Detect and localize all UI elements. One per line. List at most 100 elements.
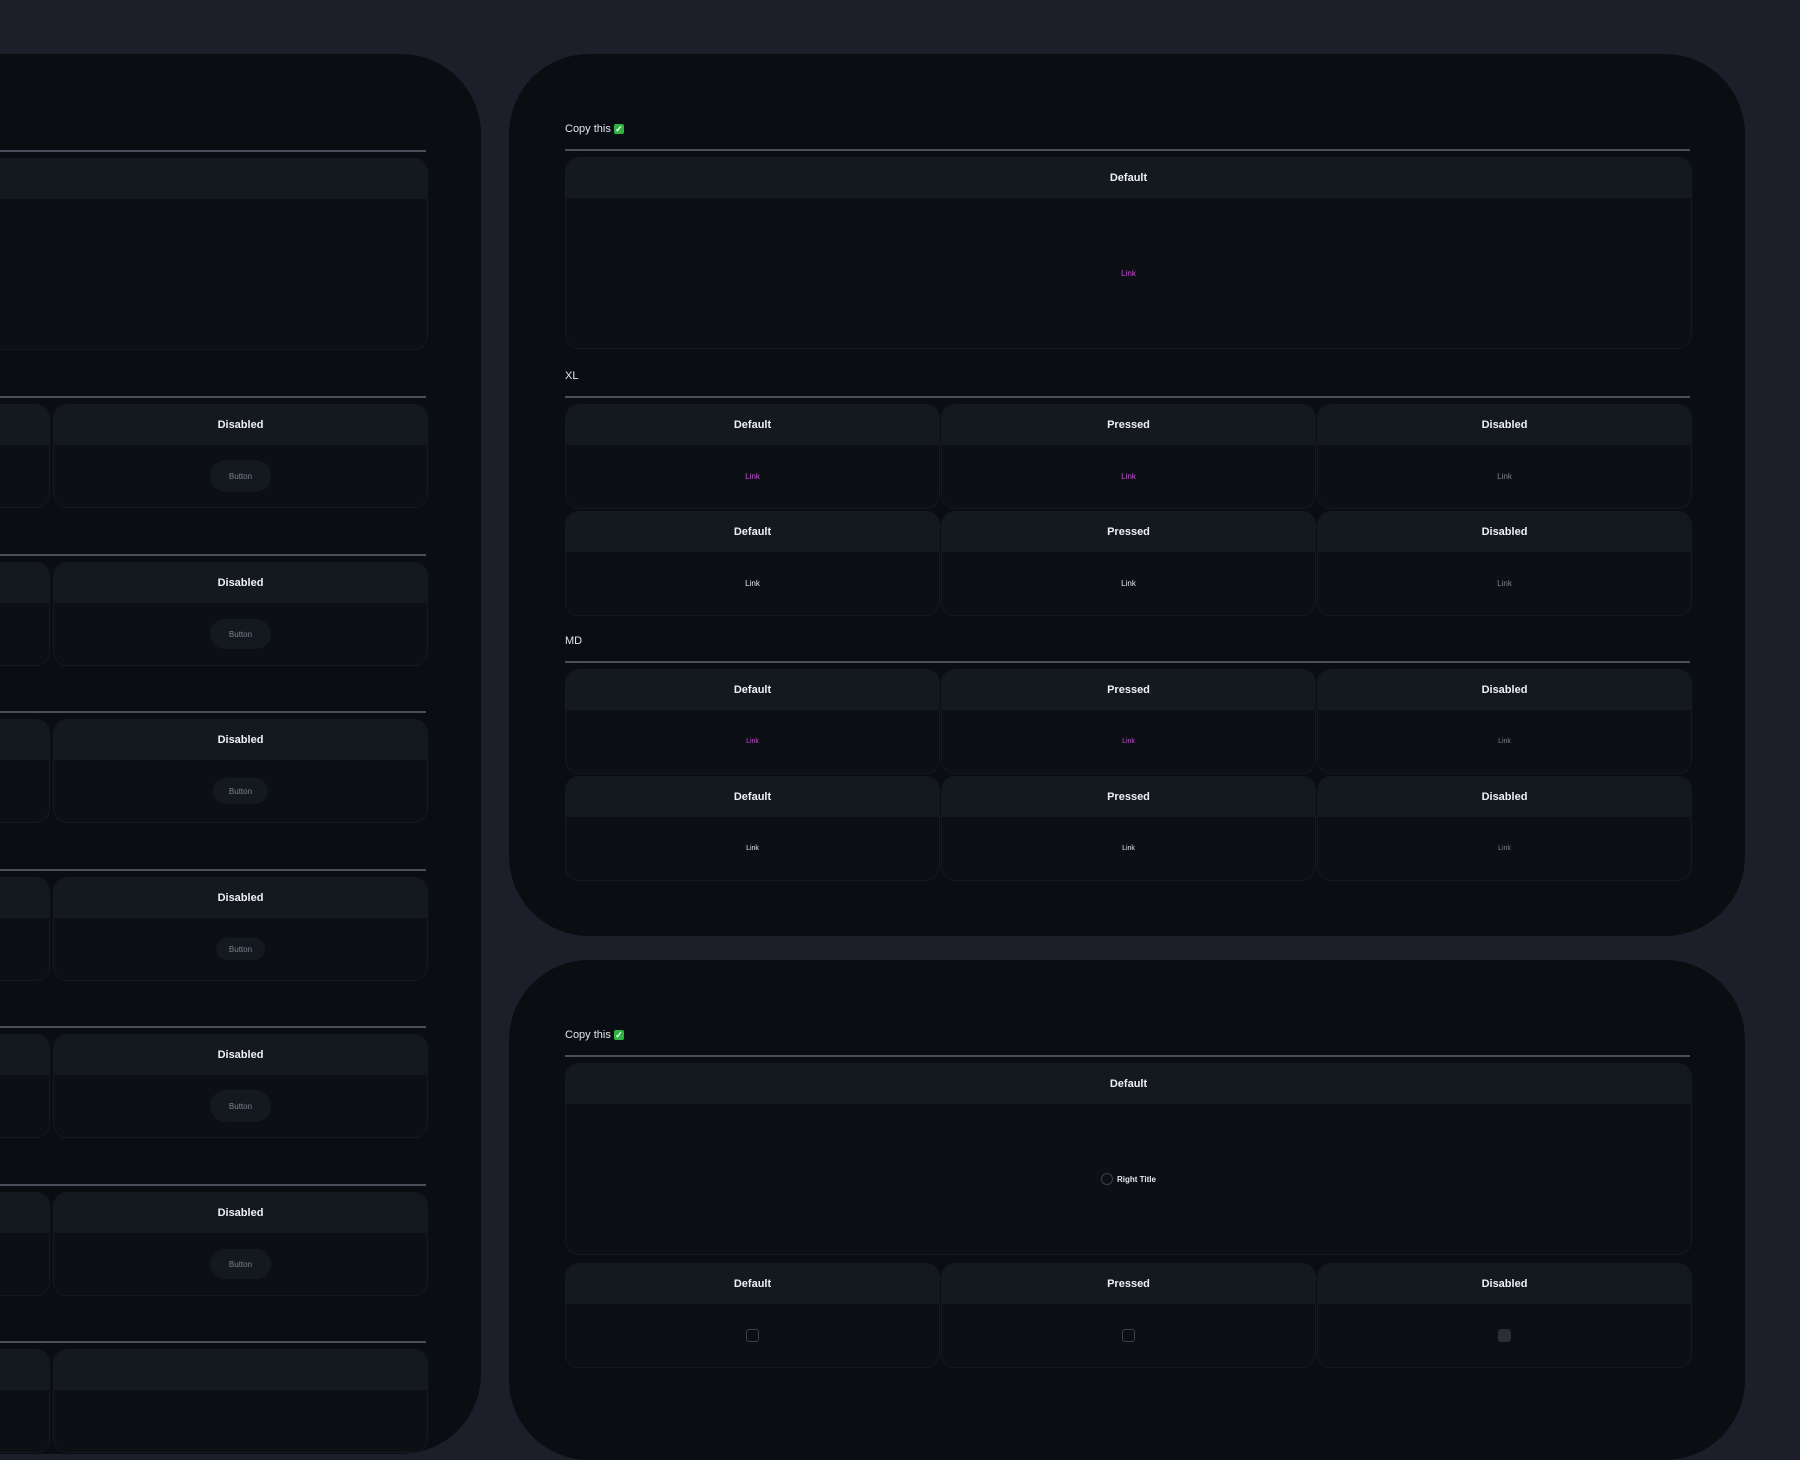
link[interactable]: Link (746, 738, 759, 745)
link[interactable]: Link (1122, 738, 1135, 745)
xl-section-label: XL (565, 370, 579, 382)
section-divider (0, 554, 426, 556)
link: Link (1497, 579, 1512, 588)
state-card (0, 1034, 50, 1138)
xl-default-card: Default Link (565, 404, 940, 509)
card-header: Pressed (942, 670, 1315, 710)
check-emoji-icon: ✓ (613, 124, 624, 134)
card-header: Disabled (1318, 405, 1691, 445)
copy-this-text: Copy this (565, 1029, 611, 1041)
card-header: Disabled (54, 1035, 427, 1075)
section-divider (0, 1341, 426, 1343)
checkbox-disabled (1498, 1329, 1511, 1342)
section-divider (0, 396, 426, 398)
state-card (0, 562, 50, 666)
card-header: Pressed (942, 1264, 1315, 1304)
state-card (0, 1192, 50, 1296)
disabled-button: Button (212, 778, 269, 804)
disabled-button: Button (209, 1249, 272, 1279)
md-pressed-card: Pressed Link (941, 776, 1316, 881)
xl-pressed-card: Pressed Link (941, 404, 1316, 509)
state-card (0, 1349, 50, 1453)
link[interactable]: Link (746, 845, 759, 852)
state-card (0, 877, 50, 981)
section-divider (0, 1184, 426, 1186)
card-header: Disabled (54, 405, 427, 445)
link-component-frame: Copy this ✓ Default Link XL Default Link… (509, 54, 1745, 936)
xl-disabled-card: Disabled Link (1317, 404, 1692, 509)
radio-option[interactable]: Right Title (1101, 1173, 1156, 1185)
disabled-button: Button (215, 938, 266, 960)
section-divider (0, 1026, 426, 1028)
md-default-card: Default Link (565, 669, 940, 774)
link[interactable]: Link (1121, 269, 1136, 278)
link[interactable]: Link (1122, 845, 1135, 852)
radio-label: Right Title (1117, 1174, 1156, 1184)
card-header: Disabled (1318, 512, 1691, 552)
section-divider (0, 711, 426, 713)
state-card (0, 404, 50, 508)
state-card-disabled: Disabled Button (53, 562, 428, 666)
copy-this-label: Copy this ✓ (565, 1029, 624, 1041)
radio-disabled-card: Disabled (1317, 1263, 1692, 1368)
section-divider (565, 661, 1690, 663)
card-header: Default (566, 405, 939, 445)
state-card-disabled: Disabled Button (53, 877, 428, 981)
section-divider (565, 1055, 1690, 1057)
card-header: Default (566, 1064, 1691, 1104)
link[interactable]: Link (745, 579, 760, 588)
card-header: Disabled (1318, 1264, 1691, 1304)
card-header: Pressed (942, 512, 1315, 552)
card-header: Disabled (1318, 777, 1691, 817)
radio-default-card: Default (565, 1263, 940, 1368)
card-header: Default (566, 1264, 939, 1304)
xl-default-card: Default Link (565, 511, 940, 616)
state-card (0, 719, 50, 823)
section-divider (0, 869, 426, 871)
card-header: Default (566, 512, 939, 552)
section-divider (0, 150, 426, 152)
md-default-card: Default Link (565, 776, 940, 881)
default-preview-card: Default Link (565, 157, 1692, 349)
card-header (0, 159, 427, 199)
section-divider (565, 149, 1690, 151)
md-section-label: MD (565, 635, 583, 647)
checkbox[interactable] (1122, 1329, 1135, 1342)
link[interactable]: Link (1121, 579, 1136, 588)
disabled-button: Button (209, 1090, 272, 1122)
card-header: Pressed (942, 405, 1315, 445)
md-disabled-card: Disabled Link (1317, 669, 1692, 774)
link: Link (1498, 738, 1511, 745)
card-header: Disabled (54, 1193, 427, 1233)
disabled-button: Button (209, 619, 272, 649)
md-disabled-card: Disabled Link (1317, 776, 1692, 881)
state-card (53, 1349, 428, 1453)
card-header: Disabled (54, 878, 427, 918)
card-header: Disabled (54, 720, 427, 760)
radio-component-frame: Copy this ✓ Default Right Title Default … (509, 960, 1745, 1460)
copy-this-text: Copy this (565, 123, 611, 135)
link[interactable]: Link (745, 472, 760, 481)
xl-disabled-card: Disabled Link (1317, 511, 1692, 616)
state-card-disabled: Disabled Button (53, 404, 428, 508)
md-pressed-card: Pressed Link (941, 669, 1316, 774)
left-component-frame: Disabled Button Disabled Button Disabled… (0, 54, 481, 1454)
card-header: Default (566, 158, 1691, 198)
link: Link (1498, 845, 1511, 852)
disabled-button: Button (209, 460, 272, 492)
section-divider (565, 396, 1690, 398)
checkbox[interactable] (746, 1329, 759, 1342)
card-header: Pressed (942, 777, 1315, 817)
link: Link (1497, 472, 1512, 481)
radio-pressed-card: Pressed (941, 1263, 1316, 1368)
card-header: Disabled (54, 563, 427, 603)
card-header: Disabled (1318, 670, 1691, 710)
state-card-disabled: Disabled Button (53, 1034, 428, 1138)
link[interactable]: Link (1121, 472, 1136, 481)
card-header: Default (566, 670, 939, 710)
state-card-disabled: Disabled Button (53, 1192, 428, 1296)
default-preview-card: Default Right Title (565, 1063, 1692, 1255)
radio-circle-icon[interactable] (1101, 1173, 1114, 1185)
card-header: Default (566, 777, 939, 817)
check-emoji-icon: ✓ (613, 1030, 624, 1040)
